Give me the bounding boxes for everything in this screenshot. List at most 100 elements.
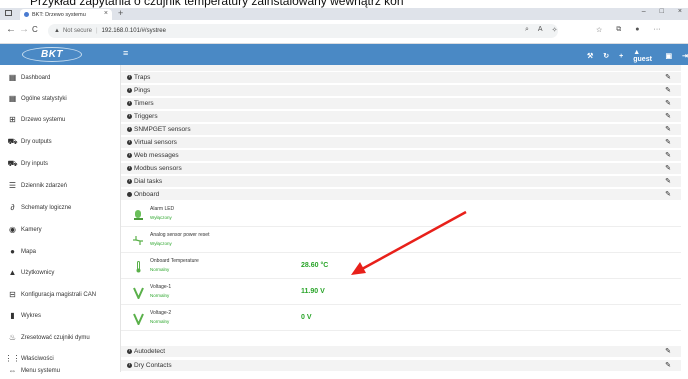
- tree-row-label: Web messages: [134, 152, 179, 159]
- user-name: guest: [633, 56, 652, 63]
- sensor-voltage-2[interactable]: Voltage-2 Normalny 0 V: [121, 306, 681, 331]
- tree-row-snmpget[interactable]: › SNMPGET sensors ✎: [121, 124, 681, 136]
- wrench-icon[interactable]: ⚒: [587, 52, 593, 60]
- edit-icon[interactable]: ✎: [665, 164, 671, 172]
- tree-row-pings[interactable]: › Pings ✎: [121, 85, 681, 97]
- edit-icon[interactable]: ✎: [665, 190, 671, 198]
- close-window-button[interactable]: ×: [678, 8, 682, 15]
- expand-icon[interactable]: ›: [127, 153, 132, 158]
- tree-row-traps[interactable]: › Traps ✎: [121, 72, 681, 84]
- fire-icon: ♨: [8, 333, 17, 342]
- url-text: 192.168.0.101/#/systree: [101, 28, 166, 34]
- document-caption: Przykład zapytania o czujnik temperatury…: [0, 0, 688, 8]
- tree-row-autodetect[interactable]: › Autodetect ✎: [121, 346, 681, 358]
- url-separator: |: [95, 28, 98, 34]
- edit-icon[interactable]: ✎: [665, 177, 671, 185]
- edit-icon[interactable]: ✎: [665, 112, 671, 120]
- expand-icon[interactable]: ›: [127, 179, 132, 184]
- expand-icon[interactable]: ›: [127, 127, 132, 132]
- extension-icon[interactable]: ✧: [552, 26, 558, 34]
- collections-icon[interactable]: ⧉: [616, 26, 621, 34]
- maximize-button[interactable]: □: [660, 8, 664, 15]
- search-icon[interactable]: ⌕: [525, 26, 529, 34]
- edit-icon[interactable]: ✎: [665, 138, 671, 146]
- voltage-icon: [132, 286, 144, 299]
- logo-text: BKT: [40, 49, 64, 60]
- sensor-alarm-led[interactable]: Alarm LED Wyłączony: [121, 202, 681, 227]
- chart-icon: ▮: [10, 311, 15, 320]
- expand-icon[interactable]: ›: [127, 114, 132, 119]
- edit-icon[interactable]: ✎: [665, 99, 671, 107]
- expand-icon[interactable]: ›: [127, 75, 132, 80]
- expand-icon[interactable]: ›: [127, 166, 132, 171]
- user-menu[interactable]: ▲ guest: [633, 49, 655, 63]
- sidebar: ▦ Dashboard ▦ Ogólne statystyki ⊞ Drzewo sy…: [0, 65, 121, 375]
- tree-row-timers[interactable]: › Timers ✎: [121, 98, 681, 110]
- tree-row-label: Virtual sensors: [134, 139, 177, 146]
- sidebar-item-system-tree[interactable]: ⊞ Drzewo systemu: [0, 109, 120, 131]
- expand-icon[interactable]: ›: [127, 101, 132, 106]
- edit-icon[interactable]: ✎: [665, 347, 671, 355]
- edit-icon[interactable]: ✎: [665, 86, 671, 94]
- add-icon[interactable]: +: [619, 53, 623, 60]
- app-header: BKT ≡ ⚒ ↻ + ▲ guest ▣ ⇥: [0, 44, 688, 65]
- sidebar-item-dry-outputs[interactable]: ⛟ Dry outputs: [0, 131, 120, 153]
- sensor-value: 28.60 °C: [301, 262, 329, 269]
- menu-toggle-icon[interactable]: ≡: [123, 48, 128, 58]
- tree-row-onboard[interactable]: ˇ Onboard ✎: [121, 189, 681, 201]
- new-tab-button[interactable]: +: [118, 8, 123, 18]
- sidebar-item-map[interactable]: ● Mapa: [0, 241, 120, 263]
- sensor-voltage-1[interactable]: Voltage-1 Normalny 11.90 V: [121, 280, 681, 305]
- sidebar-item-can-config[interactable]: ⊟ Konfiguracja magistrali CAN: [0, 284, 120, 306]
- refresh-icon[interactable]: ↻: [603, 52, 609, 60]
- expand-icon[interactable]: ›: [127, 140, 132, 145]
- sidebar-item-chart[interactable]: ▮ Wykres: [0, 305, 120, 327]
- tree-row-web-messages[interactable]: › Web messages ✎: [121, 150, 681, 162]
- minimize-button[interactable]: –: [642, 8, 646, 15]
- sidebar-item-label: Właściwości: [21, 356, 54, 362]
- link-icon: ∂: [10, 203, 15, 212]
- url-field[interactable]: ▲ Not secure | 192.168.0.101/#/systree: [48, 24, 558, 38]
- sensor-onboard-temperature[interactable]: Onboard Temperature Normalny 28.60 °C: [121, 254, 681, 279]
- save-icon[interactable]: ▣: [666, 52, 673, 60]
- collapse-icon[interactable]: ˇ: [127, 192, 132, 197]
- expand-icon[interactable]: ›: [127, 88, 132, 93]
- profile-icon[interactable]: ●: [635, 26, 639, 34]
- sidebar-item-cameras[interactable]: ◉ Kamery: [0, 219, 120, 241]
- back-button[interactable]: ←: [6, 24, 16, 35]
- sidebar-item-label: Dry inputs: [21, 161, 49, 167]
- sidebar-item-dry-inputs[interactable]: ⛟ Dry inputs: [0, 153, 120, 175]
- edit-icon[interactable]: ✎: [665, 73, 671, 81]
- tree-row-triggers[interactable]: › Triggers ✎: [121, 111, 681, 123]
- tree-row-label: Autodetect: [134, 348, 166, 355]
- more-icon[interactable]: ···: [654, 26, 661, 34]
- tab-actions-icon[interactable]: [5, 10, 12, 16]
- tab-title: BKT: Drzewo systemu: [32, 11, 86, 18]
- reload-button[interactable]: C: [32, 25, 38, 34]
- tree-row-modbus-sensors[interactable]: › Modbus sensors ✎: [121, 163, 681, 175]
- favorites-icon[interactable]: ☆: [596, 26, 602, 34]
- sidebar-item-dashboard[interactable]: ▦ Dashboard: [0, 67, 120, 89]
- tree-row-dial-tasks[interactable]: › Dial tasks ✎: [121, 176, 681, 188]
- sidebar-item-system-menu[interactable]: ⇔ Menu systemu: [0, 363, 120, 379]
- not-secure-label[interactable]: Not secure: [63, 28, 92, 34]
- logout-icon[interactable]: ⇥: [682, 52, 688, 60]
- edit-icon[interactable]: ✎: [665, 151, 671, 159]
- sidebar-item-statistics[interactable]: ▦ Ogólne statystyki: [0, 88, 120, 110]
- edit-icon[interactable]: ✎: [665, 125, 671, 133]
- edit-icon[interactable]: ✎: [665, 361, 671, 369]
- browser-tab[interactable]: BKT: Drzewo systemu ×: [20, 9, 112, 20]
- sidebar-item-logic-schemes[interactable]: ∂ Schematy logiczne: [0, 197, 120, 219]
- sidebar-item-event-log[interactable]: ☰ Dziennik zdarzeń: [0, 175, 120, 197]
- tab-close-icon[interactable]: ×: [104, 10, 108, 17]
- tree-row-dry-contacts[interactable]: › Dry Contacts ✎: [121, 360, 681, 372]
- read-aloud-icon[interactable]: A: [538, 26, 543, 34]
- tree-row-virtual-sensors[interactable]: › Virtual sensors ✎: [121, 137, 681, 149]
- sidebar-item-reset-smoke[interactable]: ♨ Zresetować czujniki dymu: [0, 327, 120, 349]
- expand-icon[interactable]: ›: [127, 363, 132, 368]
- expand-icon[interactable]: ›: [127, 349, 132, 354]
- sidebar-item-users[interactable]: ▲ Użytkownicy: [0, 262, 120, 284]
- forward-button[interactable]: →: [19, 24, 29, 35]
- sensor-analog-power-reset[interactable]: Analog sensor power reset Wyłączony: [121, 228, 681, 253]
- tree-row-label: Pings: [134, 87, 151, 94]
